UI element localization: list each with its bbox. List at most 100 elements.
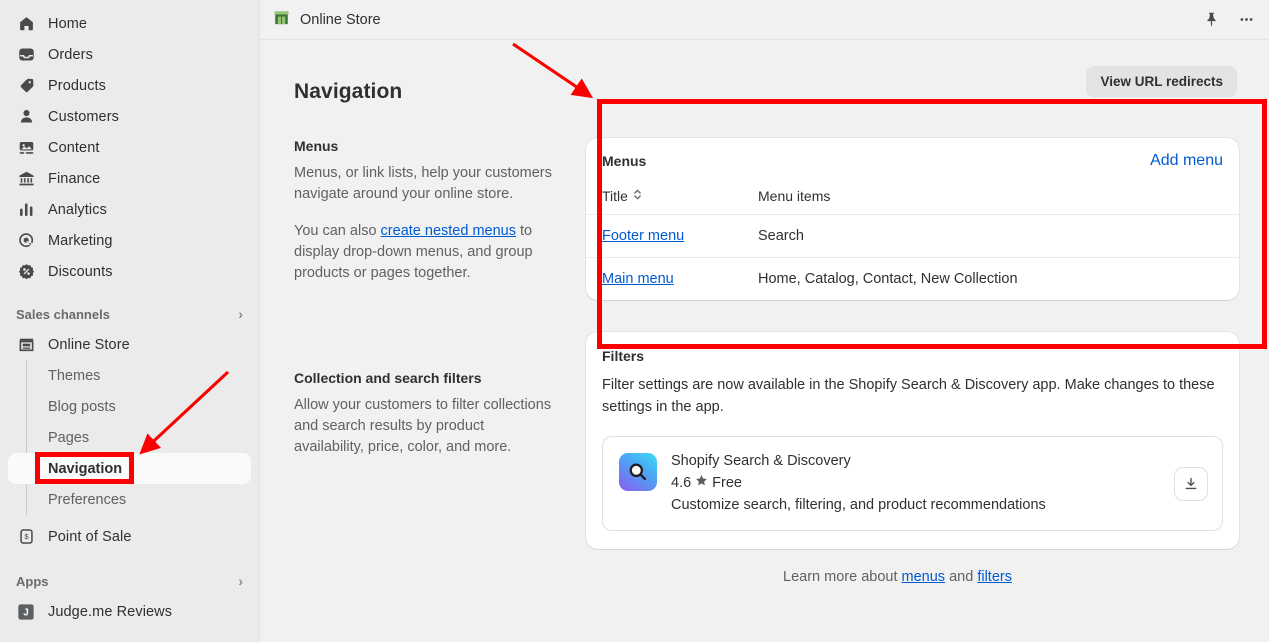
judgeme-icon: J — [16, 602, 36, 622]
section-label: Apps — [16, 573, 49, 589]
filters-description-section: Collection and search filters Allow your… — [294, 370, 556, 458]
sidebar-subitem-label: Preferences — [48, 491, 127, 508]
menus-help-link[interactable]: menus — [902, 569, 946, 585]
sidebar-item-label: Analytics — [48, 201, 107, 218]
svg-text:J: J — [23, 607, 29, 618]
sidebar-subitem-themes[interactable]: Themes — [8, 360, 251, 391]
sidebar-subitem-label: Themes — [48, 367, 101, 384]
filters-card-description: Filter settings are now available in the… — [602, 377, 1215, 416]
menu-link[interactable]: Footer menu — [602, 228, 684, 244]
sidebar-subitem-label: Navigation — [48, 460, 123, 477]
sales-channels-group: Online Store Themes Blog posts Pages Nav… — [0, 329, 259, 552]
more-horizontal-icon[interactable] — [1238, 11, 1255, 28]
main-content: Online Store Navigation View URL redirec… — [260, 0, 1269, 642]
sort-chevrons-icon — [633, 188, 642, 204]
section-label: Sales channels — [16, 306, 110, 322]
sidebar-item-label: Point of Sale — [48, 528, 132, 545]
menus-card: Menus Add menu Title Menu items Footer m… — [586, 138, 1239, 301]
page-header: Navigation View URL redirects — [260, 40, 1269, 118]
point-of-sale-icon: $ — [16, 527, 36, 547]
customers-person-icon — [16, 107, 36, 127]
view-url-redirects-button[interactable]: View URL redirects — [1086, 66, 1237, 97]
download-icon[interactable] — [1174, 466, 1208, 501]
orders-icon — [16, 45, 36, 65]
filters-card: Filters Filter settings are now availabl… — [586, 332, 1239, 550]
sidebar-item-customers[interactable]: Customers — [8, 101, 251, 132]
store-name: Online Store — [300, 11, 381, 28]
chevron-right-icon: › — [238, 306, 243, 322]
sidebar-item-online-store[interactable]: Online Store — [8, 329, 251, 360]
menus-description-section: Menus Menus, or link lists, help your cu… — [294, 138, 556, 284]
store-badge[interactable]: Online Store — [272, 8, 381, 32]
paragraph-2-prefix: You can also — [294, 223, 381, 240]
analytics-bars-icon — [16, 200, 36, 220]
learn-more-footer: Learn more about menus and filters — [586, 569, 1239, 585]
table-row[interactable]: Footer menu Search — [586, 215, 1239, 259]
filters-section-paragraph: Allow your customers to filter collectio… — [294, 397, 552, 456]
online-store-icon — [16, 335, 36, 355]
sidebar-item-discounts[interactable]: Discounts — [8, 256, 251, 287]
menus-card-title: Menus — [602, 153, 647, 170]
table-row[interactable]: Main menu Home, Catalog, Contact, New Co… — [586, 258, 1239, 300]
column-header-menu-items: Menu items — [758, 188, 831, 205]
sidebar-subitem-navigation[interactable]: Navigation — [8, 453, 251, 484]
sidebar-item-label: Content — [48, 139, 100, 156]
column-header-title-label: Title — [602, 188, 628, 205]
sidebar-subitem-label: Pages — [48, 429, 90, 446]
menu-title-cell: Main menu — [602, 271, 758, 287]
sidebar-section-apps[interactable]: Apps › — [8, 568, 251, 594]
chevron-right-icon: › — [238, 573, 243, 589]
learn-more-prefix: Learn more about — [783, 569, 902, 586]
app-name: Shopify Search & Discovery — [671, 453, 851, 470]
create-nested-menus-link[interactable]: create nested menus — [381, 223, 516, 239]
sidebar-item-content[interactable]: Content — [8, 132, 251, 163]
content-area: Menus Menus, or link lists, help your cu… — [260, 118, 1269, 585]
filters-help-link[interactable]: filters — [977, 569, 1012, 585]
page-title: Navigation — [294, 80, 403, 104]
svg-text:$: $ — [24, 532, 29, 541]
column-header-title[interactable]: Title — [602, 188, 758, 204]
menus-section-paragraph-2: You can also create nested menus to disp… — [294, 221, 556, 284]
magnifier-app-icon — [619, 453, 657, 492]
sidebar-item-orders[interactable]: Orders — [8, 39, 251, 70]
add-menu-link[interactable]: Add menu — [1150, 152, 1223, 170]
menus-table-header: Title Menu items — [586, 182, 1239, 216]
topbar: Online Store — [260, 0, 1269, 40]
sidebar-item-label: Discounts — [48, 263, 113, 280]
sidebar-primary-nav: Home Orders Products Customers Content F… — [0, 8, 259, 287]
sidebar-subitem-pages[interactable]: Pages — [8, 422, 251, 453]
sidebar-subitem-blog-posts[interactable]: Blog posts — [8, 391, 251, 422]
menu-items-cell: Home, Catalog, Contact, New Collection — [758, 271, 1018, 288]
sidebar-item-label: Online Store — [48, 336, 130, 353]
pin-icon[interactable] — [1203, 11, 1220, 28]
sidebar-item-label: Home — [48, 15, 88, 32]
shopify-admin-window: Home Orders Products Customers Content F… — [0, 0, 1269, 642]
left-description-column: Menus Menus, or link lists, help your cu… — [294, 138, 586, 585]
sidebar-item-point-of-sale[interactable]: $ Point of Sale — [8, 521, 251, 552]
menu-link[interactable]: Main menu — [602, 271, 674, 287]
sidebar-section-sales-channels[interactable]: Sales channels › — [8, 301, 251, 327]
app-recommendation-box[interactable]: Shopify Search & Discovery 4.6 Free Cust… — [602, 436, 1223, 532]
app-price: Free — [712, 475, 742, 492]
products-tag-icon — [16, 76, 36, 96]
app-meta: 4.6 Free — [671, 472, 1160, 494]
sidebar-item-marketing[interactable]: Marketing — [8, 225, 251, 256]
menu-title-cell: Footer menu — [602, 228, 758, 244]
filters-section-title: Collection and search filters — [294, 370, 482, 387]
sidebar-item-label: Customers — [48, 108, 119, 125]
sidebar-item-analytics[interactable]: Analytics — [8, 194, 251, 225]
content-media-icon — [16, 138, 36, 158]
storefront-icon — [272, 8, 291, 32]
app-rating: 4.6 — [671, 475, 692, 492]
sidebar-item-label: Judge.me Reviews — [48, 603, 173, 620]
sidebar-subitem-preferences[interactable]: Preferences — [8, 484, 251, 515]
sidebar-item-judgeme-reviews[interactable]: J Judge.me Reviews — [8, 596, 251, 627]
app-info: Shopify Search & Discovery 4.6 Free Cust… — [671, 451, 1160, 516]
sidebar-item-finance[interactable]: Finance — [8, 163, 251, 194]
star-icon — [695, 472, 708, 494]
home-icon — [16, 14, 36, 34]
menus-card-header: Menus Add menu — [586, 138, 1239, 182]
menu-items-cell: Search — [758, 228, 804, 245]
sidebar-item-products[interactable]: Products — [8, 70, 251, 101]
sidebar-item-home[interactable]: Home — [8, 8, 251, 39]
